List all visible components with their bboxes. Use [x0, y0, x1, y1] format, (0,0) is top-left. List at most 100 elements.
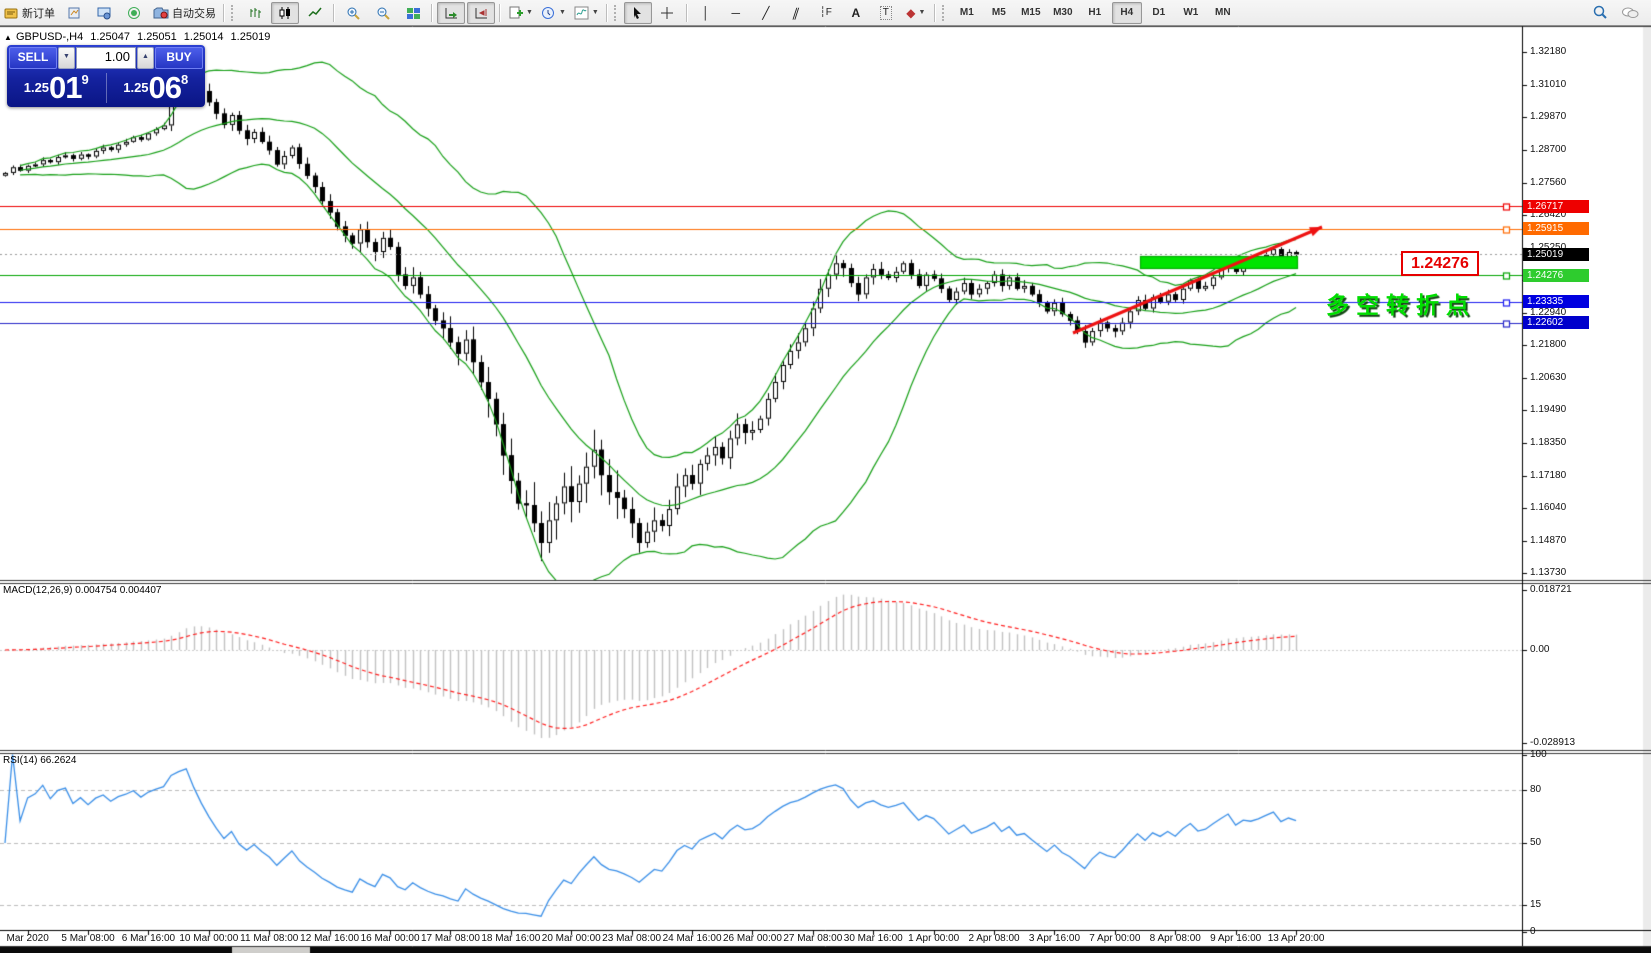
toolbar-grip[interactable]	[614, 5, 620, 21]
annotation-text-cn[interactable]: 多空转折点	[1326, 286, 1476, 320]
chart-header: GBPUSD-,H41.250471.250511.250141.25019	[16, 31, 277, 43]
trendline-button[interactable]: ╱	[752, 2, 780, 24]
tf-m30[interactable]: M30	[1048, 2, 1078, 24]
auto-trading-button[interactable]: 自动交易	[150, 2, 219, 24]
macd-values: 0.004754 0.004407	[75, 585, 161, 596]
community-chat-button[interactable]	[1616, 2, 1644, 24]
market-signal-button[interactable]	[120, 2, 148, 24]
sell-button[interactable]: SELL	[9, 47, 57, 69]
ohlc-open: 1.25047	[90, 31, 130, 43]
ohlc-close: 1.25019	[231, 31, 271, 43]
rsi-label: RSI(14) 66.2624	[3, 755, 76, 766]
horizontal-line-button[interactable]: ─	[722, 2, 750, 24]
zoom-out-button[interactable]	[369, 2, 397, 24]
periods-menu-button[interactable]: ▼	[538, 2, 569, 24]
toolbar-separator	[934, 4, 936, 22]
channel-button[interactable]: ∥	[782, 2, 810, 24]
auto-scroll-button[interactable]	[437, 2, 465, 24]
chevron-down-icon: ▼	[592, 9, 599, 16]
price-level-tag[interactable]: 1.23335	[1523, 295, 1589, 308]
sell-price-sup: 9	[82, 72, 89, 87]
volume-down-button[interactable]: ▼	[58, 47, 75, 69]
tf-d1[interactable]: D1	[1144, 2, 1174, 24]
macd-axis-tick: -0.028913	[1530, 737, 1600, 749]
volume-up-button[interactable]: ▲	[137, 47, 154, 69]
one-click-collapse-icon[interactable]: ▲	[4, 33, 12, 42]
toolbar-separator	[431, 4, 433, 22]
macd-axis-tick: 0.00	[1530, 644, 1600, 656]
chart-wizard-button[interactable]	[60, 2, 88, 24]
toolbar-grip[interactable]	[231, 5, 237, 21]
template-menu-button[interactable]: ▼	[571, 2, 602, 24]
chartshift-icon	[474, 6, 489, 20]
crosshair-button[interactable]	[654, 2, 682, 24]
channel-icon: ∥	[791, 7, 801, 19]
new-order-menu-button[interactable]: ▼	[505, 2, 536, 24]
cursor-icon	[631, 6, 644, 20]
vline-icon: │	[702, 7, 710, 19]
tf-h1[interactable]: H1	[1080, 2, 1110, 24]
buy-button[interactable]: BUY	[155, 47, 203, 69]
shapes-icon: ◆	[906, 7, 915, 19]
toolbar-grip[interactable]	[942, 5, 948, 21]
tile-windows-button[interactable]	[399, 2, 427, 24]
cursor-button[interactable]	[624, 2, 652, 24]
ohlc-high: 1.25051	[137, 31, 177, 43]
macd-label: MACD(12,26,9) 0.004754 0.004407	[3, 585, 161, 596]
tf-m5[interactable]: M5	[984, 2, 1014, 24]
tf-h4[interactable]: H4	[1112, 2, 1142, 24]
chevron-down-icon: ▼	[526, 9, 533, 16]
bars-icon	[248, 6, 263, 20]
tf-mn[interactable]: MN	[1208, 2, 1238, 24]
candles-icon	[278, 6, 293, 20]
new-order-button[interactable]: 新订单	[1, 2, 58, 24]
tiles-icon	[406, 6, 421, 20]
clock-icon	[541, 6, 556, 20]
buy-price-base: 1.25	[123, 80, 148, 95]
volume-input[interactable]: 1.00	[76, 47, 136, 69]
current-price-tag: 1.25019	[1523, 248, 1589, 261]
price-level-tag[interactable]: 1.25915	[1523, 222, 1589, 235]
sell-price-big: 01	[49, 70, 81, 105]
bar-chart-button[interactable]	[241, 2, 269, 24]
chart-area[interactable]	[0, 0, 1651, 953]
price-level-tag[interactable]: 1.22602	[1523, 316, 1589, 329]
price-axis-tick: 1.18350	[1530, 437, 1600, 449]
doc-gold-icon	[4, 6, 19, 20]
one-click-trading-panel: SELL ▼ 1.00 ▲ BUY 1.25019 1.25068	[7, 45, 205, 107]
indicators-icon	[574, 6, 589, 20]
zoom-in-button[interactable]	[339, 2, 367, 24]
search-button[interactable]	[1586, 2, 1614, 24]
buy-price-big: 06	[149, 70, 181, 105]
sell-price-base: 1.25	[24, 80, 49, 95]
text-label-button[interactable]: T	[872, 2, 900, 24]
fibo-icon: ┆F	[820, 7, 832, 19]
profiles-button[interactable]	[90, 2, 118, 24]
buy-price[interactable]: 1.25068	[107, 70, 206, 106]
linechart-icon	[308, 6, 323, 20]
chevron-down-icon: ▼	[559, 9, 566, 16]
price-level-tag[interactable]: 1.26717	[1523, 200, 1589, 213]
price-axis-tick: 1.32180	[1530, 46, 1600, 58]
tf-m15[interactable]: M15	[1016, 2, 1046, 24]
price-axis-tick: 1.19490	[1530, 404, 1600, 416]
arrows-button[interactable]: ◆▼	[902, 2, 930, 24]
mt4-window: { "toolbar": { "groups": [ {"name":"orde…	[0, 0, 1651, 953]
tf-m1[interactable]: M1	[952, 2, 982, 24]
chart-shift-button[interactable]	[467, 2, 495, 24]
candlestick-button[interactable]	[271, 2, 299, 24]
line-chart-button[interactable]	[301, 2, 329, 24]
text-button[interactable]: A	[842, 2, 870, 24]
signal-icon	[127, 6, 142, 20]
toolbar-separator	[499, 4, 501, 22]
tf-w1[interactable]: W1	[1176, 2, 1206, 24]
sell-price[interactable]: 1.25019	[7, 70, 106, 106]
vertical-line-button[interactable]: │	[692, 2, 720, 24]
fibonacci-button[interactable]: ┆F	[812, 2, 840, 24]
price-level-tag[interactable]: 1.24276	[1523, 269, 1589, 282]
labelT-icon: T	[880, 6, 892, 20]
price-axis-tick: 1.16040	[1530, 502, 1600, 514]
price-callout-box[interactable]: 1.24276	[1401, 251, 1479, 276]
toolbar-right	[1585, 2, 1645, 24]
price-axis-tick: 1.20630	[1530, 372, 1600, 384]
